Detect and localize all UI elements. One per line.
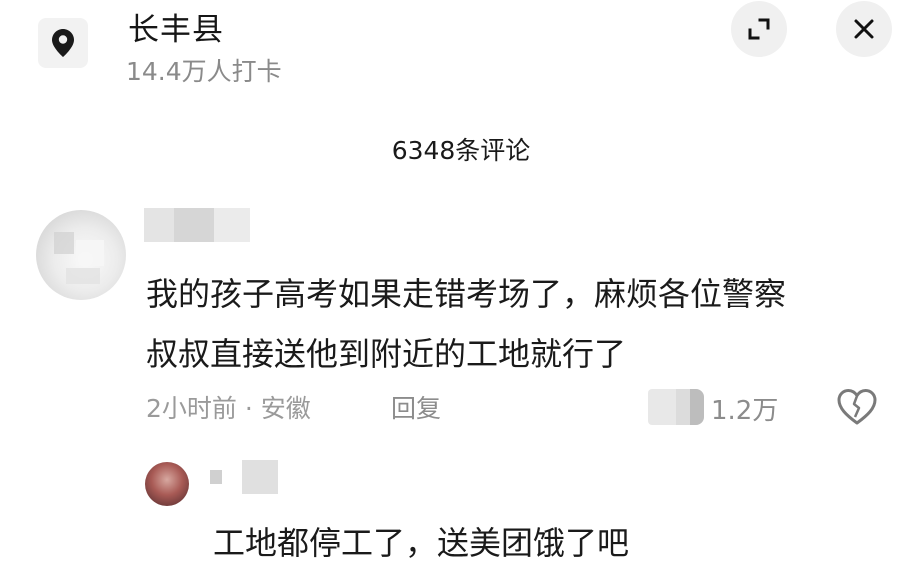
reply-text: 工地都停工了，送美团饿了吧: [213, 524, 630, 562]
comment-text: 我的孩子高考如果走错考场了，麻烦各位警察 叔叔直接送他到附近的工地就行了: [146, 264, 896, 384]
comment-count-title: 6348条评论: [391, 136, 531, 165]
reply-button[interactable]: 回复: [391, 389, 441, 425]
commenter-name-blurred[interactable]: [144, 208, 250, 242]
comment-text-line-1: 我的孩子高考如果走错考场了，麻烦各位警察: [146, 275, 787, 313]
replier-avatar[interactable]: [145, 462, 189, 506]
comment-time-location: 2小时前 · 安徽: [146, 394, 311, 423]
comment-text-line-2: 叔叔直接送他到附近的工地就行了: [146, 335, 627, 373]
place-name: 长丰县: [128, 12, 224, 48]
close-button[interactable]: [836, 1, 892, 57]
close-icon: [854, 19, 874, 39]
avatar-blur: [54, 232, 104, 284]
replier-name-blurred[interactable]: [210, 460, 278, 494]
liker-avatars-blurred: [648, 389, 704, 425]
heart-icon: [837, 389, 877, 425]
location-badge: [38, 18, 88, 68]
like-count: 1.2万: [711, 396, 779, 426]
location-pin-icon: [52, 29, 74, 57]
commenter-avatar[interactable]: [36, 210, 126, 300]
checkin-count: 14.4万人打卡: [126, 57, 282, 86]
like-button[interactable]: [836, 387, 878, 427]
expand-icon: [748, 18, 770, 40]
expand-button[interactable]: [731, 1, 787, 57]
